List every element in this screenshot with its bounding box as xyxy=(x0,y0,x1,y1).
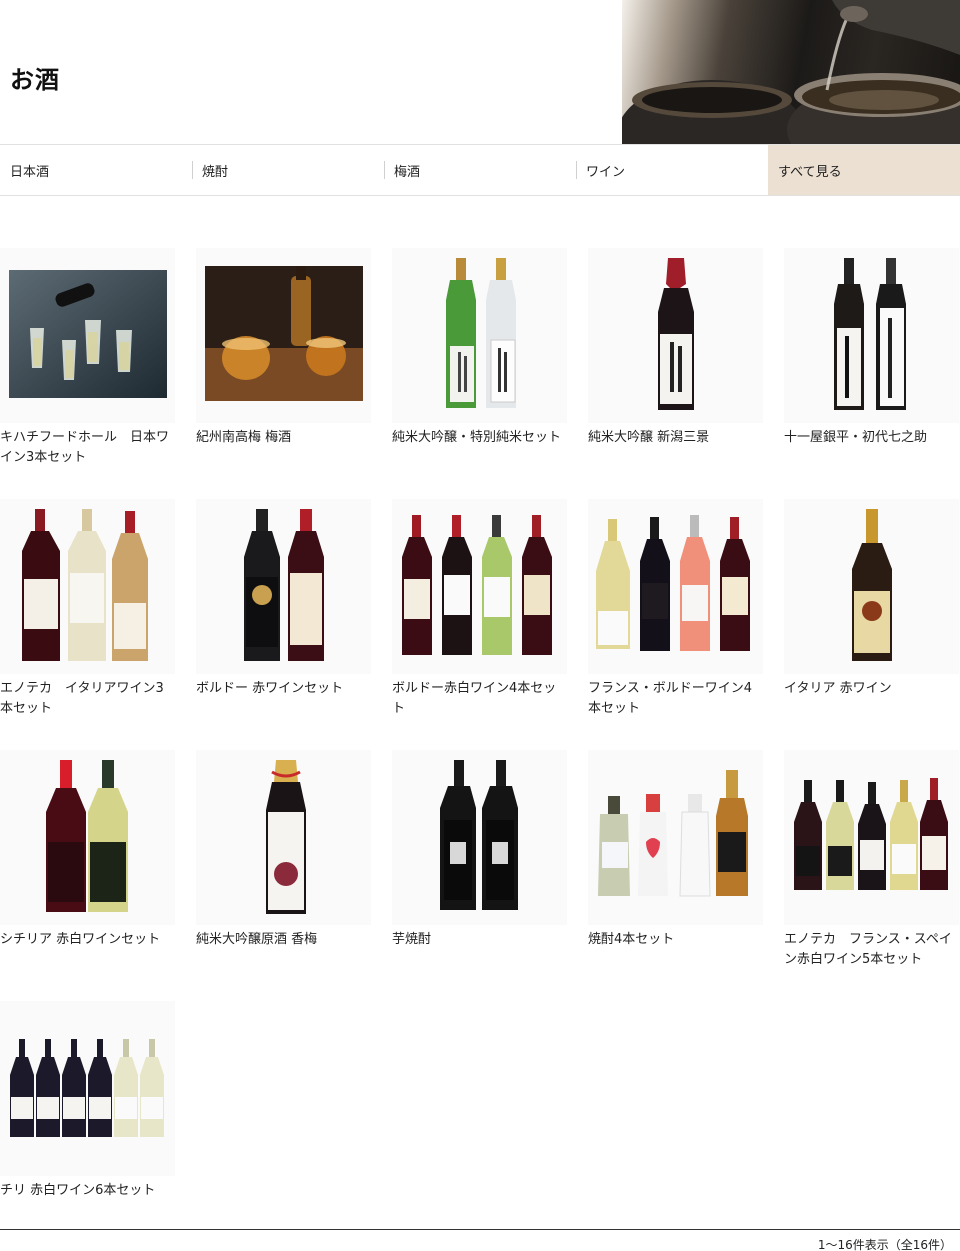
product-image xyxy=(588,750,763,925)
product-name: シチリア 赤白ワインセット xyxy=(0,932,161,947)
product-image xyxy=(784,750,959,925)
product-card[interactable]: 芋焼酎 xyxy=(392,750,567,950)
tab-view-all[interactable]: すべて見る xyxy=(768,145,960,195)
product-name: 純米大吟醸・特別純米セット xyxy=(392,430,562,445)
tab-label: 梅酒 xyxy=(394,164,421,180)
product-card[interactable]: 十一屋銀平・初代七之助 xyxy=(784,248,959,448)
product-image xyxy=(0,750,175,925)
product-card[interactable]: ボルドー 赤ワインセット xyxy=(196,499,371,699)
tab-label: すべて見る xyxy=(778,164,842,180)
footer-divider xyxy=(0,1229,960,1230)
tab-wine[interactable]: ワイン xyxy=(576,145,768,195)
product-card[interactable]: イタリア 赤ワイン xyxy=(784,499,959,699)
product-card[interactable]: キハチフードホール 日本ワイン3本セット xyxy=(0,248,175,468)
product-name: ボルドー赤白ワイン4本セット xyxy=(392,681,557,716)
tab-label: 日本酒 xyxy=(10,164,50,180)
product-card[interactable]: フランス・ボルドーワイン4本セット xyxy=(588,499,763,719)
product-name: フランス・ボルドーワイン4本セット xyxy=(588,681,753,716)
product-image xyxy=(196,499,371,674)
product-card[interactable]: 純米大吟醸・特別純米セット xyxy=(392,248,567,448)
product-name: エノテカ フランス・スペイン赤白ワイン5本セット xyxy=(784,932,952,967)
product-image xyxy=(392,750,567,925)
product-name: チリ 赤白ワイン6本セット xyxy=(0,1183,156,1198)
product-image xyxy=(392,499,567,674)
product-image xyxy=(784,499,959,674)
result-count: 1～16件表示（全16件） xyxy=(817,1238,952,1251)
product-name: 芋焼酎 xyxy=(392,932,432,947)
product-name: イタリア 赤ワイン xyxy=(784,681,892,696)
product-card[interactable]: シチリア 赤白ワインセット xyxy=(0,750,175,950)
product-name: キハチフードホール 日本ワイン3本セット xyxy=(0,430,170,465)
product-card[interactable]: 純米大吟醸原酒 香梅 xyxy=(196,750,371,950)
product-card[interactable]: 純米大吟醸 新潟三景 xyxy=(588,248,763,448)
product-image xyxy=(588,248,763,423)
product-image xyxy=(784,248,959,423)
hero-sake-image xyxy=(622,0,960,145)
product-name: 純米大吟醸原酒 香梅 xyxy=(196,932,318,947)
product-card[interactable]: エノテカ イタリアワイン3本セット xyxy=(0,499,175,719)
product-name: 紀州南高梅 梅酒 xyxy=(196,430,292,445)
tab-shochu[interactable]: 焼酎 xyxy=(192,145,384,195)
product-name: 十一屋銀平・初代七之助 xyxy=(784,430,928,445)
page-header: お酒 xyxy=(0,0,960,145)
product-card[interactable]: ボルドー赤白ワイン4本セット xyxy=(392,499,567,719)
product-card[interactable]: エノテカ フランス・スペイン赤白ワイン5本セット xyxy=(784,750,959,970)
product-image xyxy=(0,1001,175,1176)
product-image xyxy=(0,248,175,423)
tab-label: 焼酎 xyxy=(202,164,229,180)
product-card[interactable]: 焼酎4本セット xyxy=(588,750,763,950)
product-card[interactable]: 紀州南高梅 梅酒 xyxy=(196,248,371,448)
product-image xyxy=(0,499,175,674)
product-name: エノテカ イタリアワイン3本セット xyxy=(0,681,164,716)
tab-umeshu[interactable]: 梅酒 xyxy=(384,145,576,195)
tab-nihonshu[interactable]: 日本酒 xyxy=(0,145,192,195)
product-name: 焼酎4本セット xyxy=(588,932,675,947)
page-title: お酒 xyxy=(10,66,60,94)
product-image xyxy=(196,750,371,925)
product-name: 純米大吟醸 新潟三景 xyxy=(588,430,710,445)
category-nav: 日本酒 焼酎 梅酒 ワイン すべて見る xyxy=(0,144,960,196)
product-image xyxy=(588,499,763,674)
product-card[interactable]: チリ 赤白ワイン6本セット xyxy=(0,1001,175,1201)
product-image xyxy=(392,248,567,423)
product-name: ボルドー 赤ワインセット xyxy=(196,681,344,696)
tab-label: ワイン xyxy=(586,164,626,180)
product-image xyxy=(196,248,371,423)
